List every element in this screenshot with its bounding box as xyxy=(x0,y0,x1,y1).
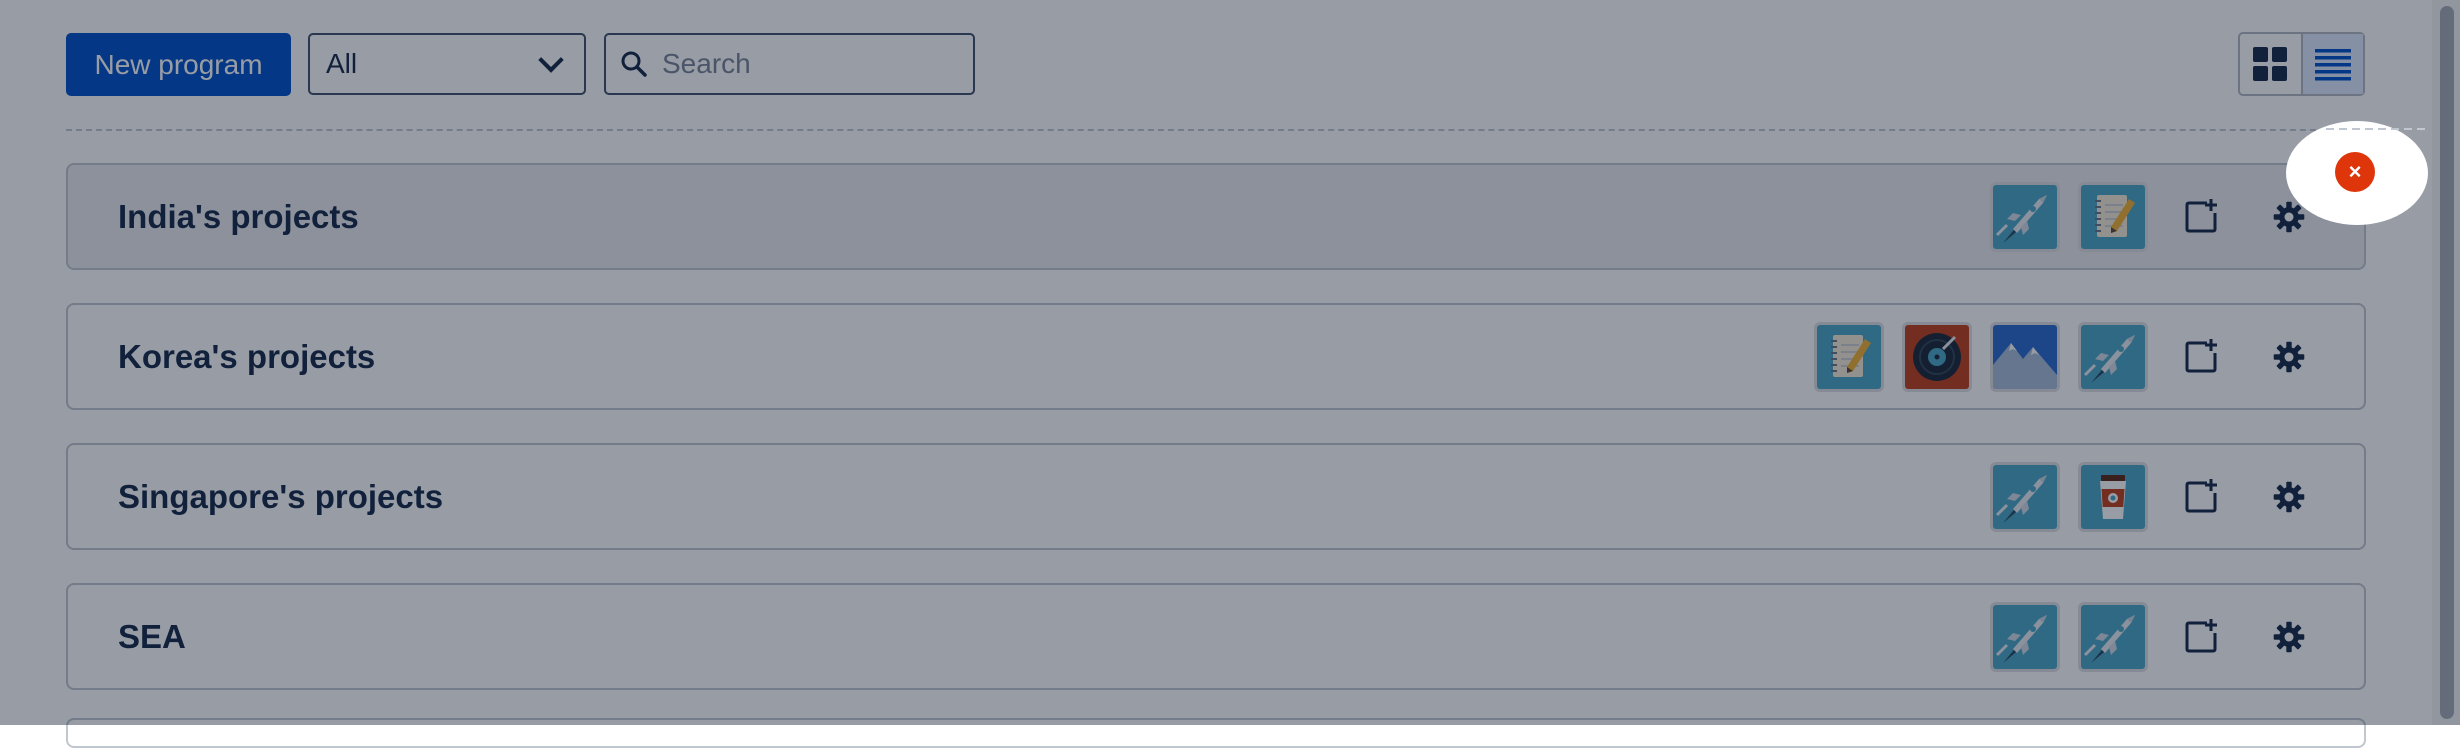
tour-overlay xyxy=(0,0,2460,725)
close-icon: × xyxy=(2348,159,2362,184)
close-tour-button[interactable]: × xyxy=(2335,152,2375,192)
